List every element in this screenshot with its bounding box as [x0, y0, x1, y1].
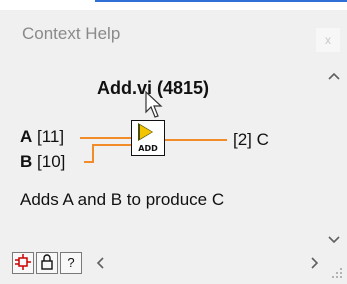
scroll-left-icon[interactable] [96, 257, 104, 269]
scroll-up-icon[interactable] [328, 72, 340, 80]
resize-grip-icon[interactable] [330, 266, 344, 280]
input-name: A [20, 127, 33, 146]
show-optional-terminals-icon [15, 254, 31, 270]
add-vi-icon: ADD [131, 120, 165, 156]
lock-button[interactable] [36, 252, 58, 274]
output-index: [2] [233, 130, 252, 149]
lock-icon [41, 254, 53, 270]
wire-b-horizontal [92, 144, 131, 146]
wire-b-vertical [92, 144, 94, 163]
input-index: [11] [37, 127, 65, 146]
input-index: [10] [37, 152, 66, 171]
accent-line [95, 0, 347, 2]
input-terminal-a: A [11] [20, 127, 64, 147]
show-optional-terminals-button[interactable] [12, 252, 34, 274]
output-name: C [256, 130, 269, 149]
bottom-toolbar: ? [0, 252, 347, 284]
vi-description: Adds A and B to produce C [20, 190, 225, 209]
input-name: B [20, 152, 33, 171]
top-edge [0, 0, 347, 10]
input-terminal-b: B [10] [20, 152, 65, 172]
icon-label: ADD [138, 144, 158, 153]
wire-a [80, 137, 131, 139]
scroll-down-icon[interactable] [328, 236, 340, 244]
context-help-window: Context Help x Add.vi (4815) A [11] B [1… [0, 10, 347, 284]
window-title: Context Help [22, 24, 121, 43]
help-content: Add.vi (4815) A [11] B [10] ADD [2] C Ad… [0, 58, 322, 252]
detailed-help-button[interactable]: ? [60, 252, 82, 274]
output-terminal-c: [2] C [233, 130, 269, 150]
triangle-icon [140, 125, 152, 139]
mouse-cursor-icon [145, 90, 163, 118]
wire-c [165, 139, 227, 141]
close-button[interactable]: x [316, 28, 340, 52]
vertical-scrollbar[interactable] [322, 68, 347, 258]
titlebar[interactable]: Context Help x [0, 10, 347, 52]
detailed-help-icon: ? [67, 255, 75, 270]
scroll-right-icon[interactable] [311, 257, 319, 269]
